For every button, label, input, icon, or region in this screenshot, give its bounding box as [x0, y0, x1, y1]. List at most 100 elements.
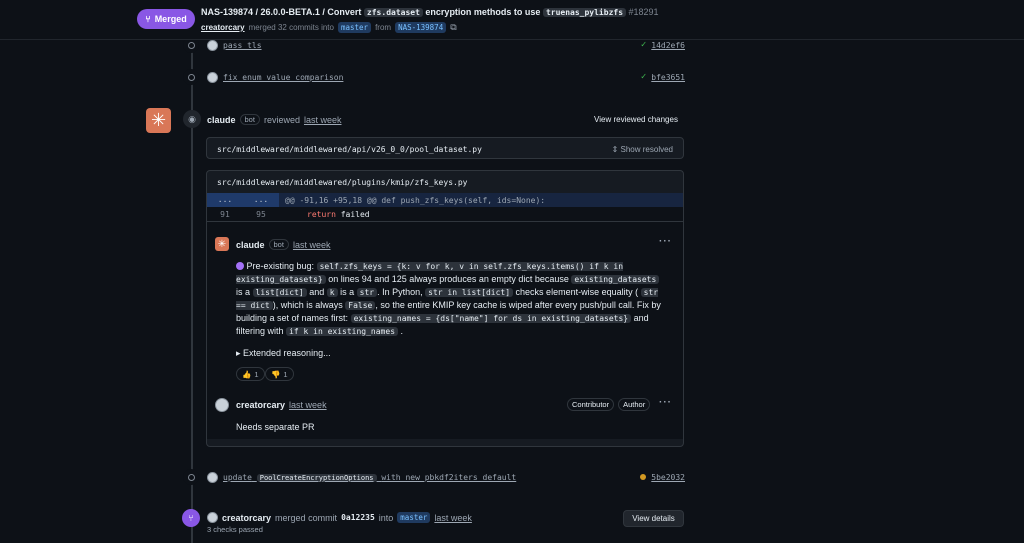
- file-path[interactable]: src/middlewared/middlewared/plugins/kmip…: [217, 178, 467, 187]
- code-rest: failed: [335, 209, 370, 219]
- show-resolved-label: Show resolved: [620, 144, 673, 154]
- commit-icon: [183, 69, 199, 85]
- hunk-text: @@ -91,16 +95,18 @@ def push_zfs_keys(se…: [285, 195, 546, 205]
- author-link[interactable]: creatorcary: [201, 23, 245, 32]
- commit-text: update: [223, 472, 252, 482]
- review-author[interactable]: claude: [207, 115, 236, 125]
- pr-header: ⑂ Merged NAS-139874 / 26.0.0-BETA.1 / Co…: [0, 0, 1024, 40]
- comment-text: .: [400, 326, 404, 336]
- review-thread: ✳ claude bot last week ··· Pre-existing …: [207, 221, 683, 439]
- merge-author[interactable]: creatorcary: [222, 513, 271, 523]
- inline-code: list[dict]: [252, 288, 307, 297]
- comment-text: is a: [340, 287, 355, 297]
- commit-sha[interactable]: bfe3651: [651, 73, 685, 82]
- comment-text: and: [309, 287, 325, 297]
- avatar[interactable]: [207, 71, 218, 83]
- title-mid: encryption methods to use: [425, 7, 541, 17]
- claude-avatar[interactable]: ✳: [146, 108, 171, 133]
- thumbs-up-icon: 👍: [242, 369, 252, 379]
- pending-status-icon[interactable]: [640, 474, 647, 480]
- merge-event-header: creatorcary merged commit 0a12235 into m…: [207, 512, 472, 523]
- avatar[interactable]: [207, 512, 218, 523]
- reaction-count: 1: [283, 369, 288, 379]
- into-text: into: [378, 512, 394, 523]
- inline-code: False: [345, 301, 376, 310]
- merge-sha[interactable]: 0a12235: [341, 513, 375, 522]
- extended-reasoning-toggle[interactable]: ▸ Extended reasoning...: [236, 348, 331, 359]
- eye-icon: ◉: [183, 110, 201, 128]
- commit-message[interactable]: fix enum value comparison: [223, 73, 343, 82]
- inline-code: str in list[dict]: [425, 288, 514, 297]
- checks-status[interactable]: 3 checks passed: [207, 525, 263, 534]
- merge-time[interactable]: last week: [434, 513, 472, 523]
- inline-code: k: [326, 288, 338, 297]
- merged-badge: ⑂ Merged: [137, 9, 195, 29]
- bot-badge: bot: [268, 239, 289, 250]
- comment-text: Pre-existing bug:: [246, 261, 315, 271]
- view-reviewed-changes-button[interactable]: View reviewed changes: [586, 111, 686, 127]
- check-icon[interactable]: ✓: [641, 40, 646, 50]
- pr-number: #18291: [628, 7, 659, 17]
- commit-meta: ✓ bfe3651: [641, 72, 685, 82]
- head-branch[interactable]: NAS-139874: [395, 22, 447, 33]
- merge-icon: ⑂: [182, 509, 200, 527]
- reaction-thumbs-down[interactable]: 👎 1: [265, 367, 294, 381]
- thumbs-down-icon: 👎: [271, 369, 281, 379]
- reaction-count: 1: [254, 369, 259, 379]
- file-path[interactable]: src/middlewared/middlewared/api/v26_0_0/…: [217, 145, 482, 154]
- commit-sha[interactable]: 14d2ef6: [651, 41, 685, 50]
- inline-code: existing_datasets: [571, 275, 660, 284]
- title-code: zfs.dataset: [363, 8, 423, 17]
- line-number-old[interactable]: 91: [207, 210, 243, 219]
- file-box: src/middlewared/middlewared/plugins/kmip…: [206, 170, 684, 447]
- file-header: src/middlewared/middlewared/api/v26_0_0/…: [207, 138, 683, 160]
- avatar[interactable]: [215, 398, 229, 412]
- comment-text: ), which is always: [272, 300, 343, 310]
- kebab-menu-icon[interactable]: ···: [659, 236, 672, 247]
- merge-text: merged commit: [275, 512, 338, 523]
- unfold-icon: ⇕: [611, 144, 619, 154]
- base-branch[interactable]: master: [337, 22, 372, 33]
- title-prefix: NAS-139874 / 26.0.0-BETA.1 / Convert: [201, 7, 362, 17]
- merge-branch[interactable]: master: [397, 512, 431, 523]
- commit-row: update PoolCreateEncryptionOptions with …: [183, 469, 685, 485]
- comment-header: claude bot last week: [236, 239, 330, 250]
- comment-author[interactable]: creatorcary: [236, 400, 285, 410]
- line-number-new[interactable]: 95: [243, 210, 279, 219]
- avatar[interactable]: [207, 471, 218, 483]
- review-action: reviewed: [263, 114, 300, 125]
- comment-text: checks element-wise equality (: [515, 287, 639, 297]
- comment-time[interactable]: last week: [289, 400, 327, 410]
- comment-time[interactable]: last week: [293, 240, 331, 250]
- view-details-button[interactable]: View details: [623, 510, 684, 527]
- from-text: from: [375, 23, 392, 32]
- reaction-thumbs-up[interactable]: 👍 1: [236, 367, 265, 381]
- inline-code: existing_names = {ds["name"] for ds in e…: [350, 314, 632, 323]
- commit-message[interactable]: pass tls: [223, 41, 262, 50]
- expand-up[interactable]: ...: [207, 193, 243, 207]
- merged-text: merged 32 commits into: [248, 23, 334, 32]
- commit-text: with new pbkdf2iters default: [381, 472, 517, 482]
- avatar[interactable]: [207, 39, 218, 51]
- claude-avatar[interactable]: ✳: [215, 237, 229, 251]
- show-resolved-button[interactable]: ⇕ Show resolved: [612, 145, 673, 154]
- inline-code: PoolCreateEncryptionOptions: [256, 473, 377, 482]
- copy-icon[interactable]: ⧉: [450, 22, 456, 33]
- commit-message[interactable]: update PoolCreateEncryptionOptions with …: [223, 473, 516, 482]
- review-header: claude bot reviewed last week: [207, 114, 342, 125]
- title-code: truenas_pylibzfs: [542, 8, 627, 17]
- commit-sha[interactable]: 5be2032: [651, 473, 685, 482]
- commit-row: fix enum value comparison ✓ bfe3651: [183, 69, 685, 85]
- pr-title: NAS-139874 / 26.0.0-BETA.1 / Convert zfs…: [201, 7, 659, 17]
- kebab-menu-icon[interactable]: ···: [659, 397, 672, 408]
- comment-body: Needs separate PR: [236, 422, 315, 432]
- inline-code: if k in existing_names: [286, 327, 399, 336]
- check-icon[interactable]: ✓: [641, 72, 646, 82]
- diff-line: 91 95 return failed: [207, 207, 683, 221]
- expand-down[interactable]: ...: [243, 193, 279, 207]
- bot-badge: bot: [239, 114, 260, 125]
- comment-body: Pre-existing bug: self.zfs_keys = {k: v …: [236, 260, 666, 338]
- comment-author[interactable]: claude: [236, 240, 265, 250]
- diff-hunk-header: ... ... @@ -91,16 +95,18 @@ def push_zfs…: [207, 193, 683, 207]
- review-time[interactable]: last week: [304, 115, 342, 125]
